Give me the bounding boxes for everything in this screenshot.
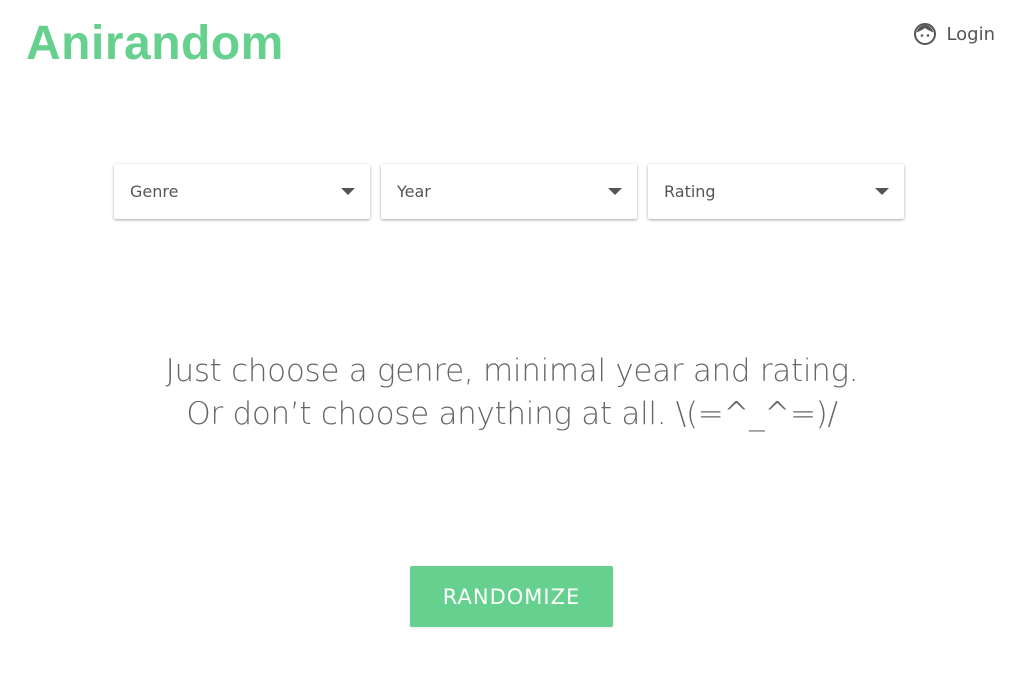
tagline-line-2: Or don’t choose anything at all. \(=^_^=… (186, 396, 838, 432)
rating-select-label: Rating (664, 182, 716, 201)
caret-down-icon (341, 188, 355, 195)
caret-down-icon (875, 188, 889, 195)
login-label: Login (946, 23, 995, 45)
genre-select[interactable]: Genre (114, 164, 370, 219)
logo[interactable]: Anirandom (26, 14, 284, 74)
login-button[interactable]: Login (913, 20, 995, 48)
tagline: Just choose a genre, minimal year and ra… (0, 350, 1024, 436)
genre-select-label: Genre (130, 182, 179, 201)
year-select[interactable]: Year (381, 164, 637, 219)
user-face-icon (913, 22, 937, 46)
rating-select[interactable]: Rating (648, 164, 904, 219)
caret-down-icon (608, 188, 622, 195)
tagline-line-1: Just choose a genre, minimal year and ra… (165, 353, 859, 389)
page: Anirandom Login Genre Year Rating Just c… (0, 0, 1024, 697)
randomize-button[interactable]: RANDOMIZE (410, 566, 613, 627)
year-select-label: Year (397, 182, 431, 201)
filter-bar: Genre Year Rating (114, 164, 904, 219)
